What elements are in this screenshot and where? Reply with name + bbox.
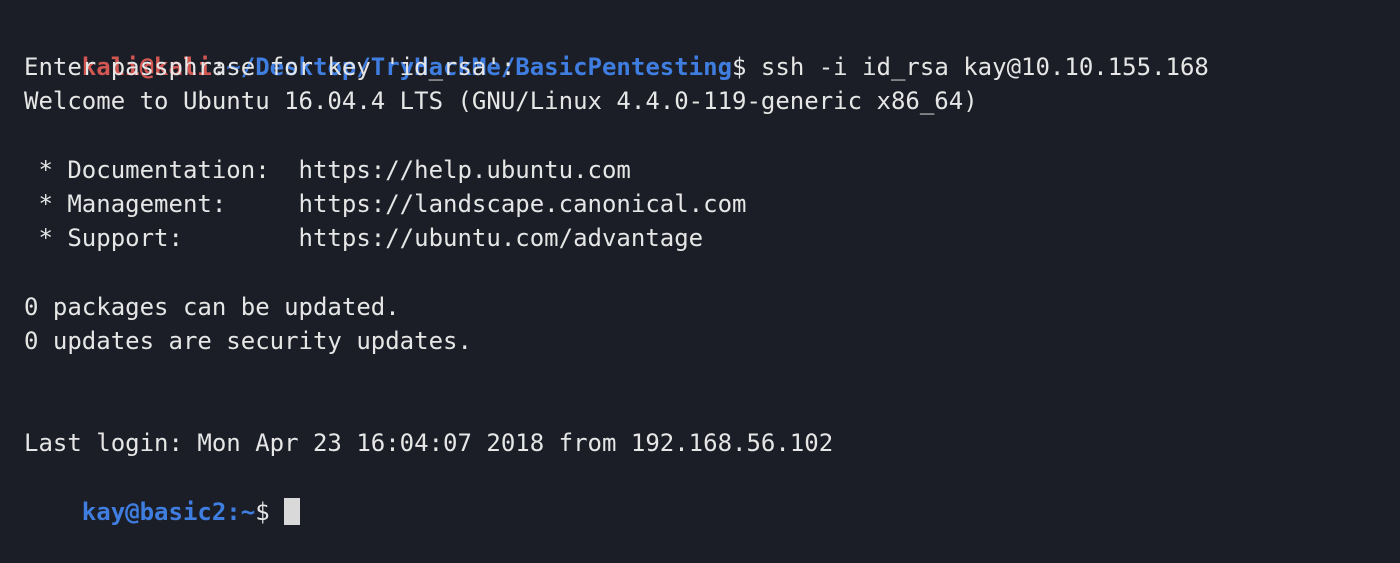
management-line: * Management: https://landscape.canonica…	[24, 189, 747, 218]
support-line: * Support: https://ubuntu.com/advantage	[24, 224, 704, 253]
local-prompt-line: kali@kali:~/Desktop/TryHackMe/BasicPente…	[24, 16, 1376, 81]
security-update-line: 0 updates are security updates.	[24, 326, 472, 355]
packages-update-line: 0 packages can be updated.	[24, 292, 400, 321]
last-login-line: Last login: Mon Apr 23 16:04:07 2018 fro…	[24, 429, 834, 458]
terminal-cursor	[283, 497, 300, 525]
documentation-line: * Documentation: https://help.ubuntu.com	[24, 155, 631, 184]
terminal-window[interactable]: kali@kali:~/Desktop/TryHackMe/BasicPente…	[0, 0, 1400, 526]
ssh-command: ssh -i id_rsa kay@10.10.155.168	[746, 53, 1209, 82]
remote-prompt-line[interactable]: kay@basic2:~$	[24, 460, 1376, 526]
remote-prompt-symbol: $	[255, 497, 270, 526]
prompt-symbol: $	[732, 53, 747, 82]
remote-prompt-user-host-path: kay@basic2:~	[81, 497, 256, 526]
welcome-message: Welcome to Ubuntu 16.04.4 LTS (GNU/Linux…	[24, 87, 978, 116]
